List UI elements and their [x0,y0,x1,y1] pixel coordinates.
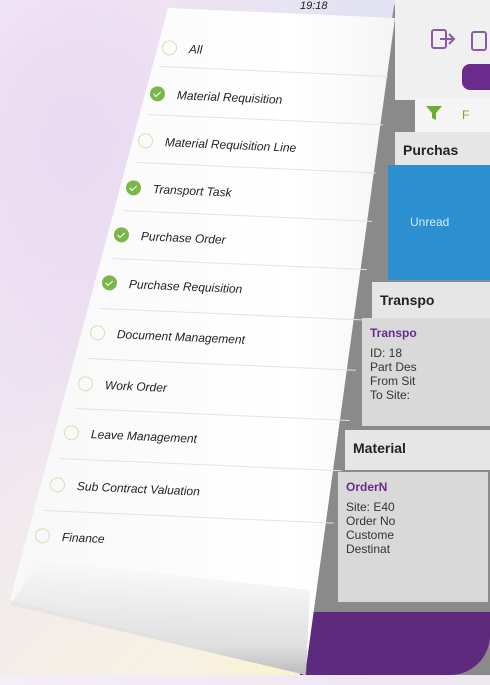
radio-icon[interactable] [34,528,51,544]
checkmark-icon[interactable] [125,180,142,196]
drawer-item-label: Finance [61,529,105,546]
radio-icon[interactable] [161,40,178,56]
section-header-material: Material [345,430,490,470]
card-line: Destinat [346,542,391,556]
checkmark-icon[interactable] [101,275,118,291]
drawer-item-label: All [188,41,203,57]
drawer-item-label: Purchase Order [140,228,226,247]
card-title: Transpo [370,326,417,340]
unread-label[interactable]: Unread [410,215,449,229]
bottom-tab-bar[interactable] [300,612,490,675]
logout-icon[interactable] [430,28,456,50]
section-header-purchase: Purchas [395,132,490,168]
card-line: Order No [346,514,396,528]
document-icon[interactable] [470,30,488,52]
card-title: OrderN [346,480,388,494]
checkmark-icon[interactable] [149,86,166,102]
card-line: ID: 18 [370,346,403,360]
drawer-item-label: Work Order [104,377,168,395]
phone-screen: F Purchas Unread Transpo Transpo ID: 18 … [0,0,490,675]
radio-icon[interactable] [89,325,106,341]
drawer-item-finance[interactable]: Finance [34,528,105,546]
transport-card[interactable]: Transpo ID: 18 Part Des From Sit To Site… [362,318,490,426]
filter-icon[interactable] [426,106,442,120]
radio-icon[interactable] [77,376,94,392]
card-line: Custome [346,528,395,542]
radio-icon[interactable] [137,133,154,149]
checkmark-icon[interactable] [113,227,130,243]
section-header-transport: Transpo [372,282,490,318]
material-card[interactable]: OrderN Site: E40 Order No Custome Destin… [338,472,488,602]
drawer-item-label: Transport Task [152,181,232,200]
radio-icon[interactable] [49,477,66,493]
drawer-item-all[interactable]: All [161,40,203,57]
filter-label[interactable]: F [462,108,469,122]
status-time: 19:18 [300,0,328,12]
radio-icon[interactable] [63,425,80,441]
card-line: From Sit [370,374,416,388]
card-line: To Site: [370,388,411,402]
card-line: Site: E40 [346,500,395,514]
card-line: Part Des [370,360,417,374]
tab-indicator[interactable] [462,64,490,90]
